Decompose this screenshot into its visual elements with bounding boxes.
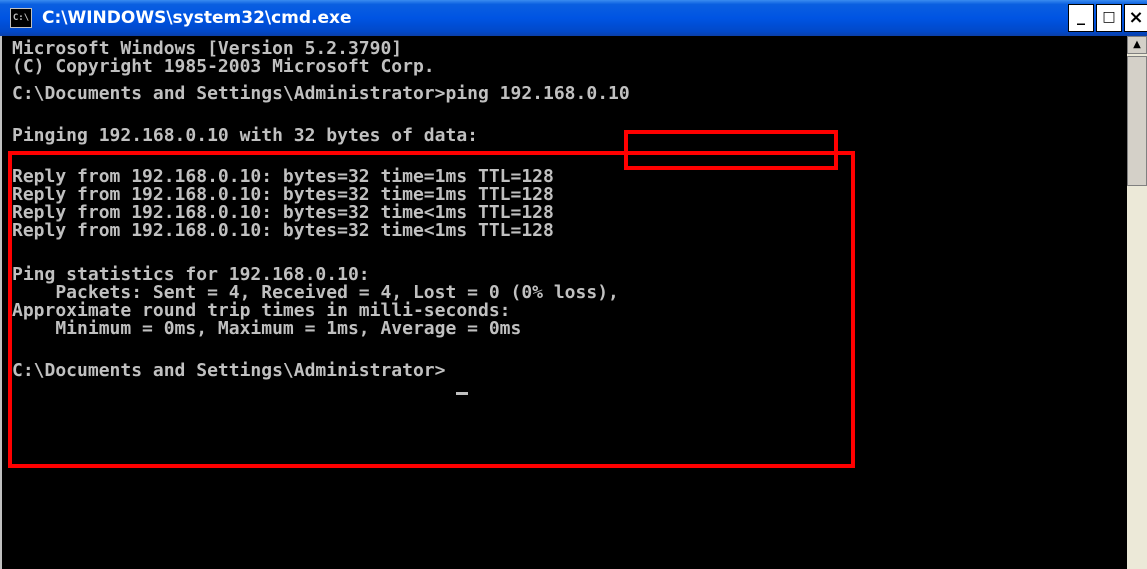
window-title: C:\WINDOWS\system32\cmd.exe — [42, 8, 352, 28]
console-line: C:\Documents and Settings\Administrator> — [12, 360, 446, 381]
console-line: Reply from 192.168.0.10: bytes=32 time<1… — [12, 220, 554, 241]
text-cursor — [456, 392, 468, 395]
console-output[interactable]: Microsoft Windows [Version 5.2.3790] (C)… — [0, 36, 1127, 569]
minimize-button[interactable]: _ — [1068, 4, 1094, 32]
console-line: C:\Documents and Settings\Administrator>… — [12, 83, 630, 104]
console-line: (C) Copyright 1985-2003 Microsoft Corp. — [12, 56, 435, 77]
scroll-up-arrow-icon[interactable]: ▲ — [1127, 36, 1147, 54]
console-line: Minimum = 0ms, Maximum = 1ms, Average = … — [12, 318, 522, 339]
console-line: Pinging 192.168.0.10 with 32 bytes of da… — [12, 125, 478, 146]
scroll-thumb[interactable] — [1127, 56, 1147, 186]
cmd-window: C:\ C:\WINDOWS\system32\cmd.exe _ □ × Mi… — [0, 0, 1147, 569]
title-bar[interactable]: C:\ C:\WINDOWS\system32\cmd.exe _ □ × — [0, 0, 1147, 36]
vertical-scrollbar[interactable]: ▲ — [1127, 36, 1147, 569]
maximize-button[interactable]: □ — [1096, 4, 1122, 32]
close-button[interactable]: × — [1124, 4, 1147, 32]
cmd-icon[interactable]: C:\ — [10, 8, 32, 28]
